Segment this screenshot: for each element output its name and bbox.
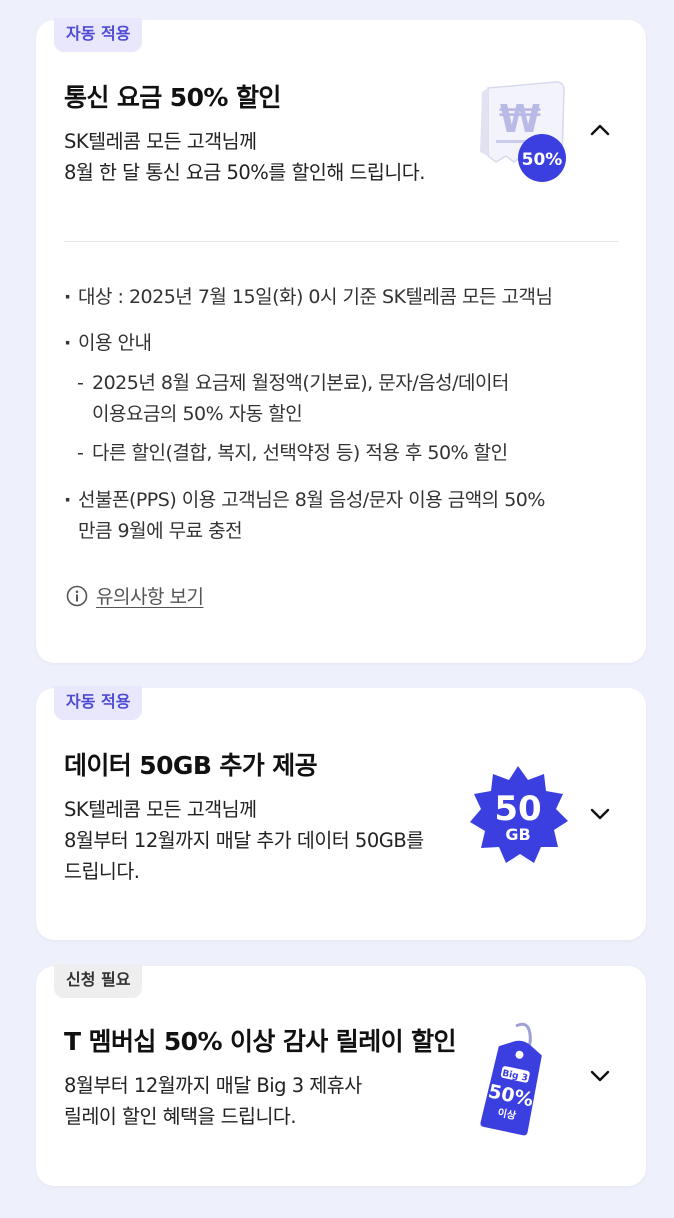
target-info: 대상 : 2025년 7월 15일(화) 0시 기준 SK텔레콤 모든 고객님 bbox=[64, 282, 626, 313]
data-unit-text: GB bbox=[505, 825, 530, 844]
description-line: 릴레이 할인 혜택을 드립니다. bbox=[64, 1105, 297, 1128]
auto-apply-tag: 자동 적용 bbox=[54, 686, 143, 720]
benefit-card-data-bonus: 자동 적용 데이터 50GB 추가 제공 SK텔레콤 모든 고객님께 8월부터 … bbox=[36, 686, 646, 940]
benefit-card-bill-discount: 자동 적용 통신 요금 50% 할인 SK텔레콤 모든 고객님께 8월 한 달 … bbox=[36, 18, 646, 663]
description-line: 8월 한 달 통신 요금 50%를 할인해 드립니다. bbox=[64, 161, 425, 184]
benefit-description: SK텔레콤 모든 고객님께 8월 한 달 통신 요금 50%를 할인해 드립니다… bbox=[64, 126, 474, 188]
description-line: 8월부터 12월까지 매달 Big 3 제휴사 bbox=[64, 1074, 362, 1097]
usage-guide-title: 이용 안내 bbox=[64, 328, 626, 359]
section-divider bbox=[64, 241, 618, 242]
usage-item: 다른 할인(결합, 복지, 선택약정 등) 적용 후 50% 할인 bbox=[64, 438, 626, 469]
price-tag-icon: Big 3 50% 이상 bbox=[470, 1020, 554, 1138]
expand-chevron-down-icon[interactable] bbox=[588, 1064, 612, 1088]
collapse-chevron-up-icon[interactable] bbox=[588, 118, 612, 142]
info-icon bbox=[66, 585, 88, 606]
benefit-description: 8월부터 12월까지 매달 Big 3 제휴사 릴레이 할인 혜택을 드립니다. bbox=[64, 1070, 474, 1132]
usage-item: 2025년 8월 요금제 월정액(기본료), 문자/음성/데이터 이용요금의 5… bbox=[64, 368, 626, 430]
data-amount-text: 50 bbox=[494, 789, 541, 829]
benefit-title: 데이터 50GB 추가 제공 bbox=[64, 751, 318, 780]
won-receipt-50-icon: ₩ 50% bbox=[466, 78, 576, 188]
description-line: 8월부터 12월까지 매달 추가 데이터 50GB를 bbox=[64, 829, 424, 852]
notice-link-label[interactable]: 유의사항 보기 bbox=[96, 582, 204, 609]
description-line: 드립니다. bbox=[64, 860, 140, 883]
benefit-title: 통신 요금 50% 할인 bbox=[64, 83, 281, 112]
benefit-title: T 멤버십 50% 이상 감사 릴레이 할인 bbox=[64, 1027, 457, 1056]
svg-text:₩: ₩ bbox=[499, 97, 541, 141]
description-line: SK텔레콤 모든 고객님께 bbox=[64, 130, 257, 153]
benefit-details: 대상 : 2025년 7월 15일(화) 0시 기준 SK텔레콤 모든 고객님 … bbox=[64, 282, 626, 547]
benefit-description: SK텔레콤 모든 고객님께 8월부터 12월까지 매달 추가 데이터 50GB를… bbox=[64, 794, 474, 887]
expand-chevron-down-icon[interactable] bbox=[588, 802, 612, 826]
auto-apply-tag: 자동 적용 bbox=[54, 18, 143, 52]
prepaid-info: 선불폰(PPS) 이용 고객님은 8월 음성/문자 이용 금액의 50% 만큼 … bbox=[64, 485, 626, 547]
benefit-card-membership-relay: 신청 필요 T 멤버십 50% 이상 감사 릴레이 할인 8월부터 12월까지 … bbox=[36, 964, 646, 1186]
discount-badge-text: 50% bbox=[522, 150, 563, 170]
description-line: SK텔레콤 모든 고객님께 bbox=[64, 798, 257, 821]
data-50gb-badge-icon: 50 GB bbox=[466, 764, 570, 868]
notice-link[interactable]: 유의사항 보기 bbox=[66, 582, 204, 609]
application-required-tag: 신청 필요 bbox=[54, 964, 143, 998]
